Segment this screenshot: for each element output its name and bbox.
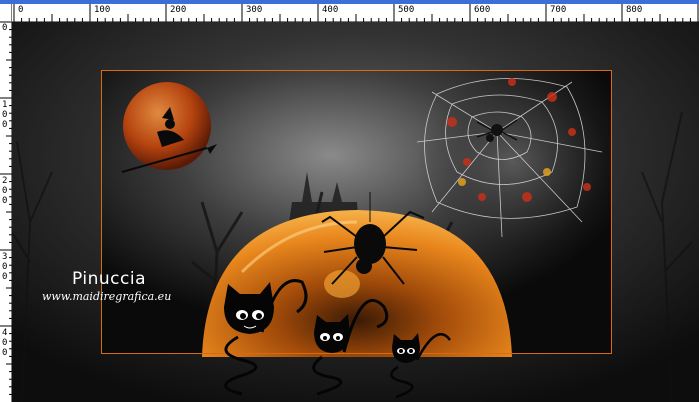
ruler-label-200: 200 bbox=[170, 5, 187, 15]
web-glow bbox=[417, 77, 607, 247]
signature-url: www.maidiregrafica.eu bbox=[42, 290, 172, 303]
ruler-corner bbox=[0, 4, 12, 22]
ruler-label-500: 500 bbox=[398, 5, 415, 15]
horizontal-ruler[interactable]: 0 100 200 300 400 500 600 700 800 bbox=[12, 4, 699, 22]
ruler-label-800: 800 bbox=[626, 5, 643, 15]
vruler-label-0: 0 bbox=[2, 23, 8, 33]
ruler-label-600: 600 bbox=[474, 5, 491, 15]
vruler-label-100: 1 0 0 bbox=[2, 100, 8, 130]
vruler-label-400: 4 0 0 bbox=[2, 328, 8, 358]
horizontal-ruler-ticks bbox=[13, 4, 699, 22]
vruler-label-300: 3 0 0 bbox=[2, 252, 8, 282]
vertical-ruler[interactable]: 0 1 0 0 2 0 0 3 0 0 4 0 0 bbox=[0, 22, 12, 402]
image-canvas[interactable]: Pinuccia www.maidiregrafica.eu bbox=[12, 22, 699, 402]
ruler-label-400: 400 bbox=[322, 5, 339, 15]
signature-name: Pinuccia bbox=[72, 269, 146, 289]
halloween-artwork bbox=[12, 22, 699, 402]
ruler-label-300: 300 bbox=[246, 5, 263, 15]
ruler-label-0: 0 bbox=[18, 5, 24, 15]
ruler-label-700: 700 bbox=[550, 5, 567, 15]
ruler-label-100: 100 bbox=[94, 5, 111, 15]
vruler-label-200: 2 0 0 bbox=[2, 176, 8, 206]
